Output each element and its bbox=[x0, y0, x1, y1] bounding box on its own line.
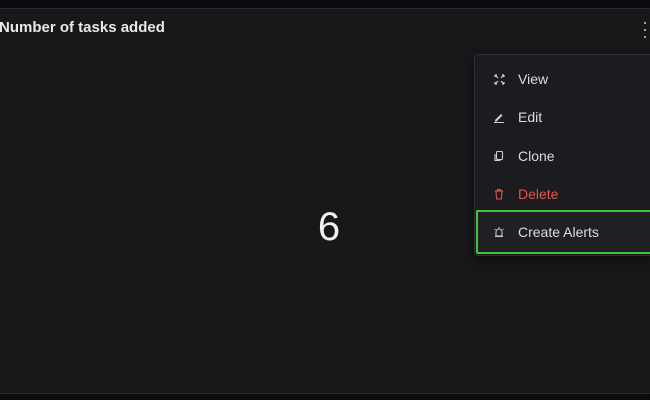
menu-item-label: Delete bbox=[518, 186, 559, 202]
panel-menu-button[interactable] bbox=[641, 22, 649, 38]
copy-icon bbox=[493, 150, 505, 162]
menu-item-label: Edit bbox=[518, 109, 543, 125]
menu-item-label: Create Alerts bbox=[518, 224, 599, 240]
trash-icon bbox=[493, 188, 505, 200]
alarm-icon bbox=[493, 226, 505, 238]
panel-title: Number of tasks added bbox=[0, 19, 165, 36]
dot-icon bbox=[644, 29, 646, 31]
menu-item-create-alerts[interactable]: Create Alerts bbox=[476, 210, 650, 254]
menu-item-clone[interactable]: Clone bbox=[475, 137, 650, 175]
stat-value: 6 bbox=[317, 205, 341, 249]
menu-item-label: View bbox=[518, 71, 549, 87]
panel-context-menu: View Edit Clone Delete Create Alerts bbox=[474, 54, 650, 256]
menu-item-edit[interactable]: Edit bbox=[475, 98, 650, 136]
menu-item-view[interactable]: View bbox=[475, 60, 650, 98]
menu-item-delete[interactable]: Delete bbox=[475, 175, 650, 213]
expand-icon bbox=[493, 73, 505, 85]
pencil-icon bbox=[493, 111, 505, 123]
dot-icon bbox=[644, 22, 646, 24]
dot-icon bbox=[644, 36, 646, 38]
menu-item-label: Clone bbox=[518, 148, 555, 164]
